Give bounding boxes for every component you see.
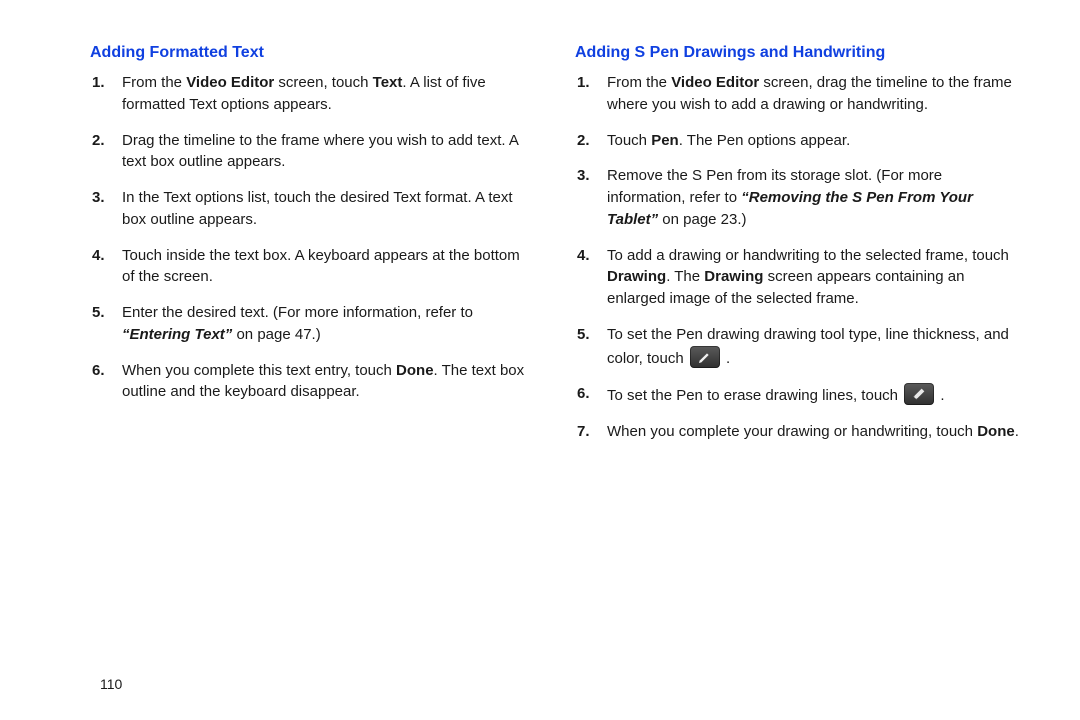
bold-text: Video Editor <box>671 74 759 91</box>
steps-right: From the Video Editor screen, drag the t… <box>575 72 1020 443</box>
step-item: To set the Pen to erase drawing lines, t… <box>603 383 1020 407</box>
bold-italic-ref: “Entering Text” <box>122 326 232 343</box>
eraser-icon <box>904 383 934 405</box>
step-text: . The Pen options appear. <box>679 132 851 149</box>
step-item: When you complete your drawing or handwr… <box>603 421 1020 443</box>
step-item: From the Video Editor screen, touch Text… <box>118 72 535 116</box>
bold-text: Done <box>977 423 1015 440</box>
step-text: Touch inside the text box. A keyboard ap… <box>122 247 520 286</box>
step-text: Enter the desired text. (For more inform… <box>122 304 473 321</box>
step-text: From the <box>122 74 186 91</box>
step-text: To set the Pen to erase drawing lines, t… <box>607 387 902 404</box>
step-item: Drag the timeline to the frame where you… <box>118 130 535 174</box>
step-text: From the <box>607 74 671 91</box>
step-text: When you complete this text entry, touch <box>122 362 396 379</box>
bold-text: Drawing <box>704 268 763 285</box>
bold-text: Pen <box>651 132 679 149</box>
section-title-left: Adding Formatted Text <box>90 44 535 62</box>
step-text: . <box>722 350 730 367</box>
step-text: To add a drawing or handwriting to the s… <box>607 247 1009 264</box>
step-item: To add a drawing or handwriting to the s… <box>603 245 1020 310</box>
page-number: 110 <box>100 676 122 692</box>
step-text: . The <box>666 268 704 285</box>
step-item: From the Video Editor screen, drag the t… <box>603 72 1020 116</box>
left-column: Adding Formatted Text From the Video Edi… <box>90 44 535 457</box>
bold-text: Video Editor <box>186 74 274 91</box>
step-item: In the Text options list, touch the desi… <box>118 187 535 231</box>
step-item: Enter the desired text. (For more inform… <box>118 302 535 346</box>
bold-text: Text <box>373 74 403 91</box>
step-text: . <box>1015 423 1019 440</box>
bold-text: Drawing <box>607 268 666 285</box>
step-item: Touch inside the text box. A keyboard ap… <box>118 245 535 289</box>
step-text: . <box>936 387 944 404</box>
step-item: Touch Pen. The Pen options appear. <box>603 130 1020 152</box>
step-text: on page 23.) <box>658 211 746 228</box>
bold-text: Done <box>396 362 434 379</box>
step-text: When you complete your drawing or handwr… <box>607 423 977 440</box>
step-item: When you complete this text entry, touch… <box>118 360 535 404</box>
steps-left: From the Video Editor screen, touch Text… <box>90 72 535 403</box>
section-title-right: Adding S Pen Drawings and Handwriting <box>575 44 1020 62</box>
step-item: Remove the S Pen from its storage slot. … <box>603 165 1020 230</box>
step-text: In the Text options list, touch the desi… <box>122 189 513 228</box>
pen-tool-icon <box>690 346 720 368</box>
step-text: screen, touch <box>274 74 372 91</box>
manual-page: Adding Formatted Text From the Video Edi… <box>0 0 1080 457</box>
right-column: Adding S Pen Drawings and Handwriting Fr… <box>575 44 1020 457</box>
step-text: Touch <box>607 132 651 149</box>
step-text: Drag the timeline to the frame where you… <box>122 132 518 171</box>
step-text: To set the Pen drawing drawing tool type… <box>607 326 1009 367</box>
step-text: on page 47.) <box>232 326 320 343</box>
step-item: To set the Pen drawing drawing tool type… <box>603 324 1020 370</box>
